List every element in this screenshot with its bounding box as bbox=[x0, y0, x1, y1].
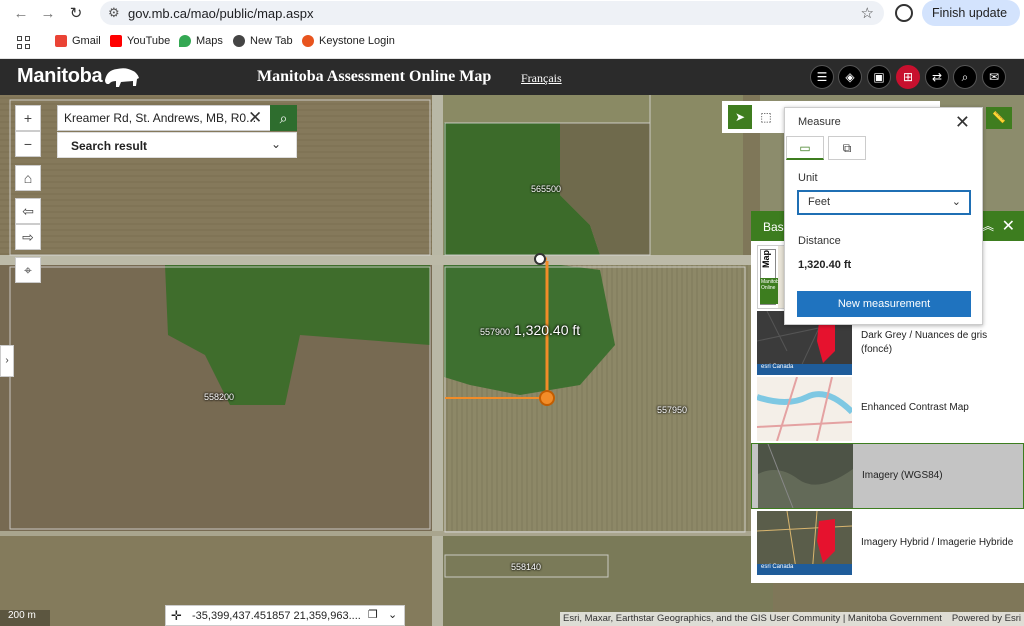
bookmark-maps[interactable]: Maps bbox=[179, 35, 223, 47]
new-measurement-button[interactable]: New measurement bbox=[797, 291, 971, 317]
expand-panel-icon[interactable]: › bbox=[0, 345, 14, 377]
finish-update-button[interactable]: Finish update ⋮ bbox=[922, 0, 1020, 46]
manitoba-logo: Manitoba bbox=[17, 65, 103, 87]
basemap-item-imagery-hybrid[interactable]: esri Canada Imagery Hybrid / Imagerie Hy… bbox=[751, 511, 1024, 577]
map-view[interactable]: 565500 557900 558200 557950 558140 1,320… bbox=[0, 95, 1024, 626]
parcel-label: 557950 bbox=[657, 405, 688, 415]
coordinate-readout: ✛ -35,399,437.451857 21,359,963.... ❐ ⌄ bbox=[165, 605, 405, 626]
browser-toolbar: ← → ↻ ⚙ gov.mb.ca/mao/public/map.aspx ☆ … bbox=[0, 0, 1024, 46]
distance-tab[interactable]: ▭ bbox=[786, 136, 824, 160]
zoom-out-button[interactable]: − bbox=[15, 131, 41, 157]
address-bar[interactable]: ⚙ gov.mb.ca/mao/public/map.aspx ☆ bbox=[100, 1, 884, 25]
measure-start-point[interactable] bbox=[534, 253, 546, 265]
swap-icon[interactable]: ⇄ bbox=[925, 65, 949, 89]
bookmark-new-tab[interactable]: New Tab bbox=[233, 35, 293, 47]
language-link[interactable]: Français bbox=[521, 71, 562, 86]
previous-extent-icon[interactable]: ⇦ bbox=[15, 198, 41, 224]
feedback-icon[interactable]: ✉ bbox=[982, 65, 1006, 89]
parcel-label: 565500 bbox=[531, 184, 562, 194]
url-text: gov.mb.ca/mao/public/map.aspx bbox=[128, 6, 314, 21]
search-result-dropdown[interactable]: Search result ⌄ bbox=[57, 132, 297, 158]
chevron-down-icon: ⌄ bbox=[270, 137, 281, 151]
layers-icon[interactable]: ◈ bbox=[838, 65, 862, 89]
map-attribution: Esri, Maxar, Earthstar Geographics, and … bbox=[560, 612, 1024, 626]
bookmark-star-icon[interactable]: ☆ bbox=[861, 4, 874, 22]
gmail-icon bbox=[55, 35, 67, 47]
search-input[interactable]: Kreamer Rd, St. Andrews, MB, R0... bbox=[64, 111, 256, 125]
select-area-icon[interactable]: ⬚ bbox=[754, 105, 778, 129]
basemap-gallery-icon[interactable]: ⊞ bbox=[896, 65, 920, 89]
measure-panel: Measure ✕ ▭ ⧉ Unit Feet ⌄ Distance 1,320… bbox=[784, 107, 983, 325]
area-tab[interactable]: ⧉ bbox=[828, 136, 866, 160]
close-icon[interactable]: ✕ bbox=[1002, 216, 1015, 236]
youtube-icon bbox=[110, 35, 122, 47]
bookmark-keystone[interactable]: Keystone Login bbox=[302, 35, 395, 47]
list-icon[interactable]: ☰ bbox=[810, 65, 834, 89]
maps-icon bbox=[179, 35, 191, 47]
parcel-label: 558140 bbox=[511, 562, 542, 572]
close-icon[interactable]: ✕ bbox=[955, 112, 970, 133]
globe-icon bbox=[233, 35, 245, 47]
search-bar[interactable]: Kreamer Rd, St. Andrews, MB, R0... ✕ ⌕ bbox=[57, 105, 297, 131]
clear-icon[interactable]: ✕ bbox=[248, 108, 262, 128]
next-extent-icon[interactable]: ⇨ bbox=[15, 224, 41, 250]
chevron-down-icon[interactable]: ⌄ bbox=[388, 608, 397, 621]
profile-icon[interactable] bbox=[895, 4, 913, 22]
back-icon[interactable]: ← bbox=[11, 4, 31, 24]
chevron-down-icon: ⌄ bbox=[951, 196, 961, 208]
parcel-label: 558200 bbox=[204, 392, 235, 402]
bookmark-gmail[interactable]: Gmail bbox=[55, 35, 101, 47]
forward-icon[interactable]: → bbox=[38, 4, 58, 24]
reload-icon[interactable]: ↻ bbox=[66, 4, 86, 24]
locate-icon[interactable]: ⌖ bbox=[15, 257, 41, 283]
keystone-icon bbox=[302, 35, 314, 47]
collapse-icon[interactable]: ︽ bbox=[982, 217, 994, 234]
measure-distance-label: 1,320.40 ft bbox=[514, 322, 581, 338]
home-icon[interactable]: ⌂ bbox=[15, 165, 41, 191]
bison-logo-icon bbox=[105, 68, 139, 87]
crosshair-icon[interactable]: ✛ bbox=[171, 608, 182, 624]
basemap-item-enhanced-contrast[interactable]: Enhanced Contrast Map bbox=[751, 377, 1024, 443]
basemap-thumbnail: esri Canada bbox=[757, 511, 852, 575]
app-title: Manitoba Assessment Online Map bbox=[257, 68, 492, 85]
basemap-thumbnail bbox=[758, 444, 853, 508]
basemap-thumbnail bbox=[757, 377, 852, 441]
app-header: Manitoba Manitoba Assessment Online Map … bbox=[0, 59, 1024, 95]
select-pointer-icon[interactable]: ➤ bbox=[728, 105, 752, 129]
bookmarks-bar: Gmail YouTube Maps New Tab Keystone Logi… bbox=[0, 27, 1024, 59]
apps-icon[interactable] bbox=[17, 36, 30, 49]
bookmark-youtube[interactable]: YouTube bbox=[110, 35, 170, 47]
unit-select[interactable]: Feet ⌄ bbox=[797, 190, 971, 215]
site-info-icon[interactable]: ⚙ bbox=[108, 5, 120, 21]
copy-icon[interactable]: ❐ bbox=[368, 608, 378, 621]
distance-value: 1,320.40 ft bbox=[798, 259, 852, 271]
search-report-icon[interactable]: ⌕ bbox=[953, 65, 977, 89]
parcel-label: 557900 bbox=[480, 327, 511, 337]
search-icon[interactable]: ⌕ bbox=[270, 105, 297, 131]
save-icon[interactable]: ▣ bbox=[867, 65, 891, 89]
measure-end-point[interactable] bbox=[539, 390, 555, 406]
basemap-item-imagery[interactable]: Imagery (WGS84) bbox=[751, 443, 1024, 509]
scale-bar: 200 m bbox=[0, 610, 50, 626]
measure-title: Measure bbox=[798, 116, 841, 128]
zoom-in-button[interactable]: + bbox=[15, 105, 41, 131]
measure-tool-icon[interactable]: 📏 bbox=[986, 107, 1012, 129]
